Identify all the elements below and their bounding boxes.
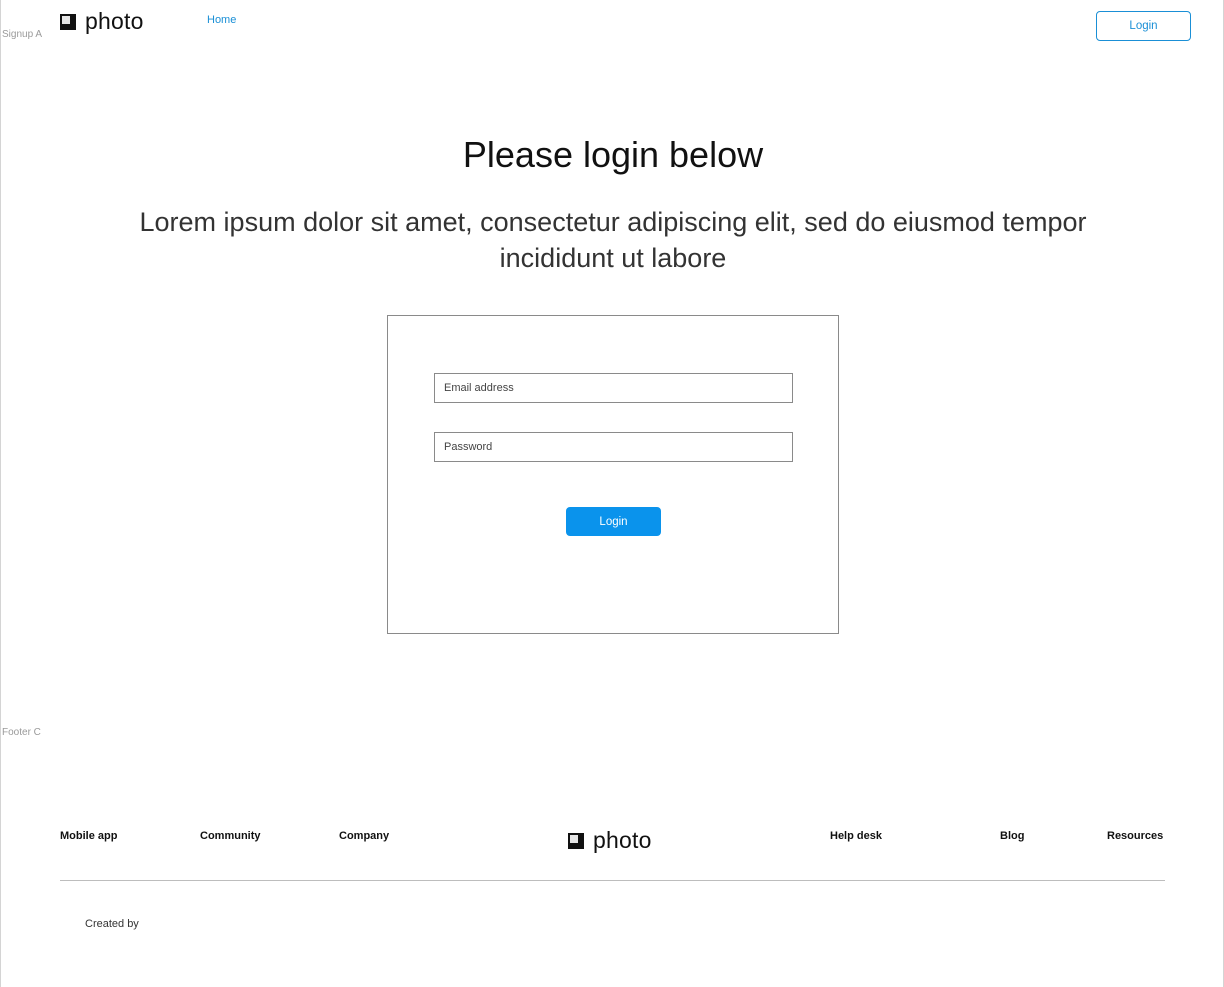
nav-home-link[interactable]: Home	[207, 14, 236, 26]
email-field[interactable]	[434, 373, 793, 403]
login-submit-button[interactable]: Login	[566, 507, 661, 536]
page-subtitle: Lorem ipsum dolor sit amet, consectetur …	[139, 207, 1087, 273]
footer-logo[interactable]: photo	[568, 829, 652, 852]
password-field[interactable]	[434, 432, 793, 462]
footer-link-help-desk[interactable]: Help desk	[830, 830, 882, 842]
header-login-button[interactable]: Login	[1096, 11, 1191, 41]
footer-link-resources[interactable]: Resources	[1107, 830, 1163, 842]
page: Signup A photo Home Login Please login b…	[0, 0, 1224, 987]
frame-label-footer: Footer C	[2, 727, 41, 738]
login-form-card: Login	[387, 315, 839, 634]
footer-link-community[interactable]: Community	[200, 830, 261, 842]
footer-divider	[60, 880, 1165, 881]
photo-logo-icon	[568, 832, 584, 849]
footer-link-company[interactable]: Company	[339, 830, 389, 842]
frame-label-signup: Signup A	[2, 29, 43, 40]
footer-credits: Created by	[85, 918, 139, 930]
page-title: Please login below	[462, 134, 764, 175]
footer-link-blog[interactable]: Blog	[1000, 830, 1024, 842]
header-logo[interactable]: photo	[60, 10, 144, 33]
brand-name: photo	[85, 8, 144, 34]
footer-brand-name: photo	[593, 827, 652, 853]
footer-link-mobile-app[interactable]: Mobile app	[60, 830, 117, 842]
photo-logo-icon	[60, 13, 76, 30]
